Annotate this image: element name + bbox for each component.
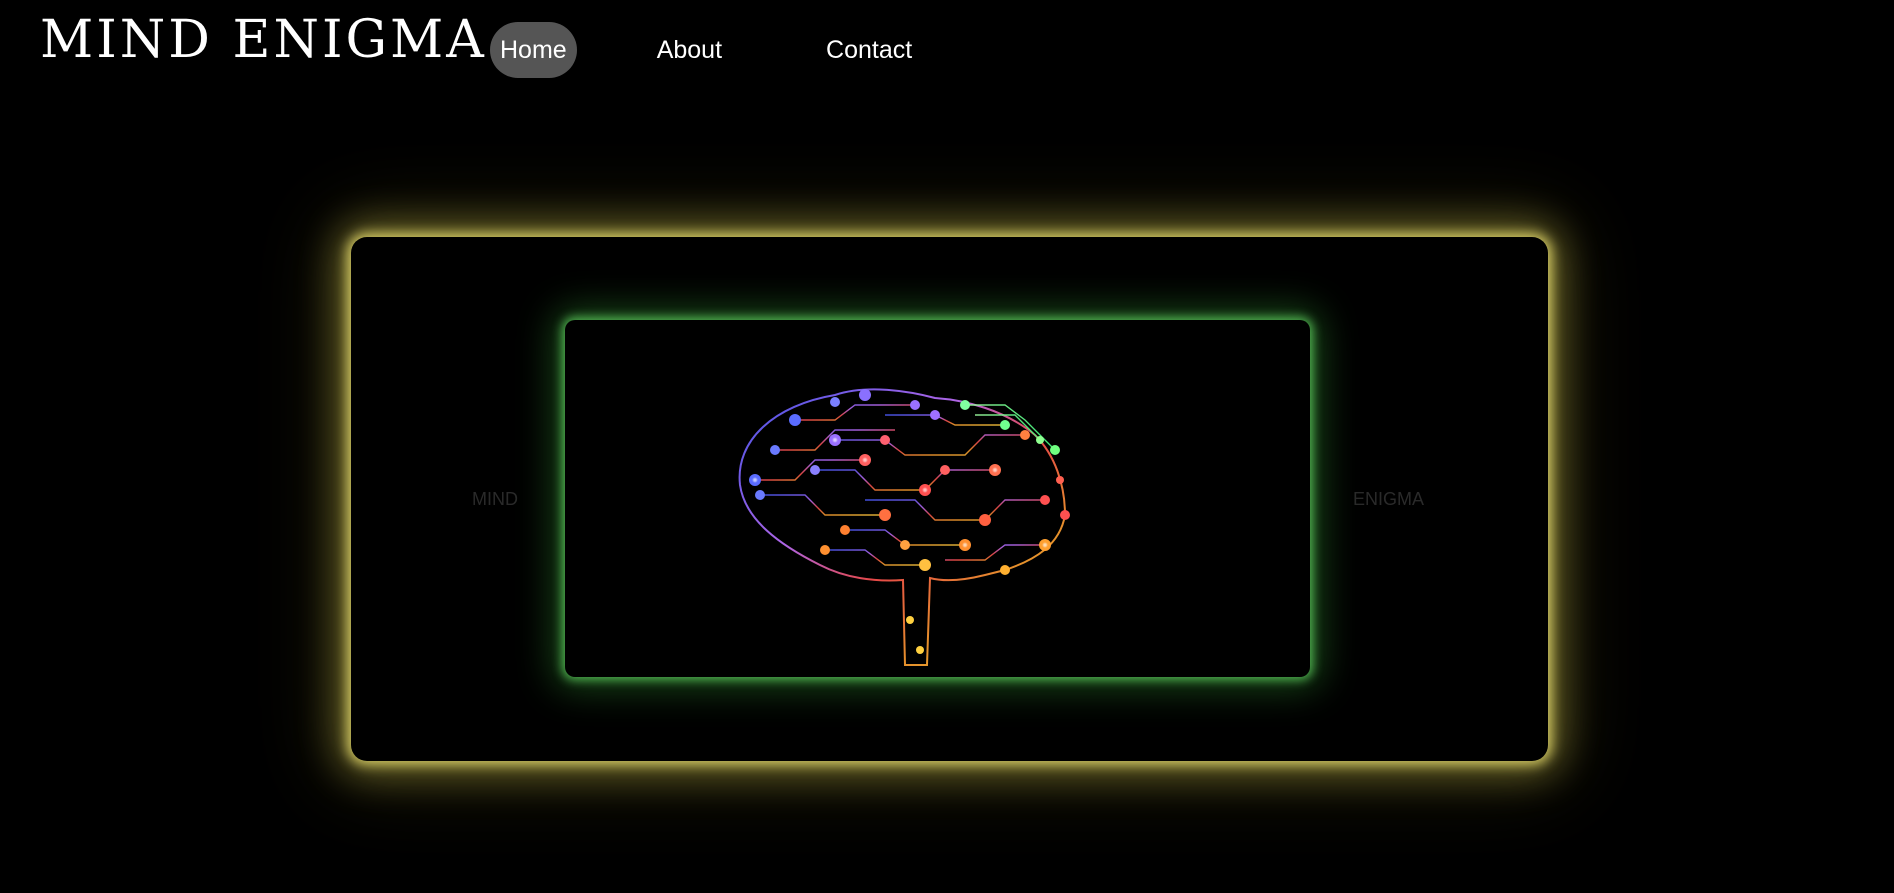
- nav-link-about[interactable]: About: [647, 22, 732, 78]
- site-logo-title[interactable]: MIND ENIGMA: [40, 11, 487, 69]
- hero-image-frame: [565, 320, 1310, 677]
- nav-link-home[interactable]: Home: [490, 22, 577, 78]
- nav-link-contact[interactable]: Contact: [816, 22, 922, 78]
- main-nav: Home About Contact: [490, 22, 922, 78]
- page: MIND ENIGMA Home About Contact MIND ENIG…: [0, 0, 1894, 893]
- circuit-brain-icon: [738, 388, 1070, 666]
- hero-left-label: MIND: [472, 488, 518, 509]
- hero-right-label: ENIGMA: [1353, 488, 1425, 509]
- hero-outer-frame: MIND ENIGMA: [351, 237, 1548, 761]
